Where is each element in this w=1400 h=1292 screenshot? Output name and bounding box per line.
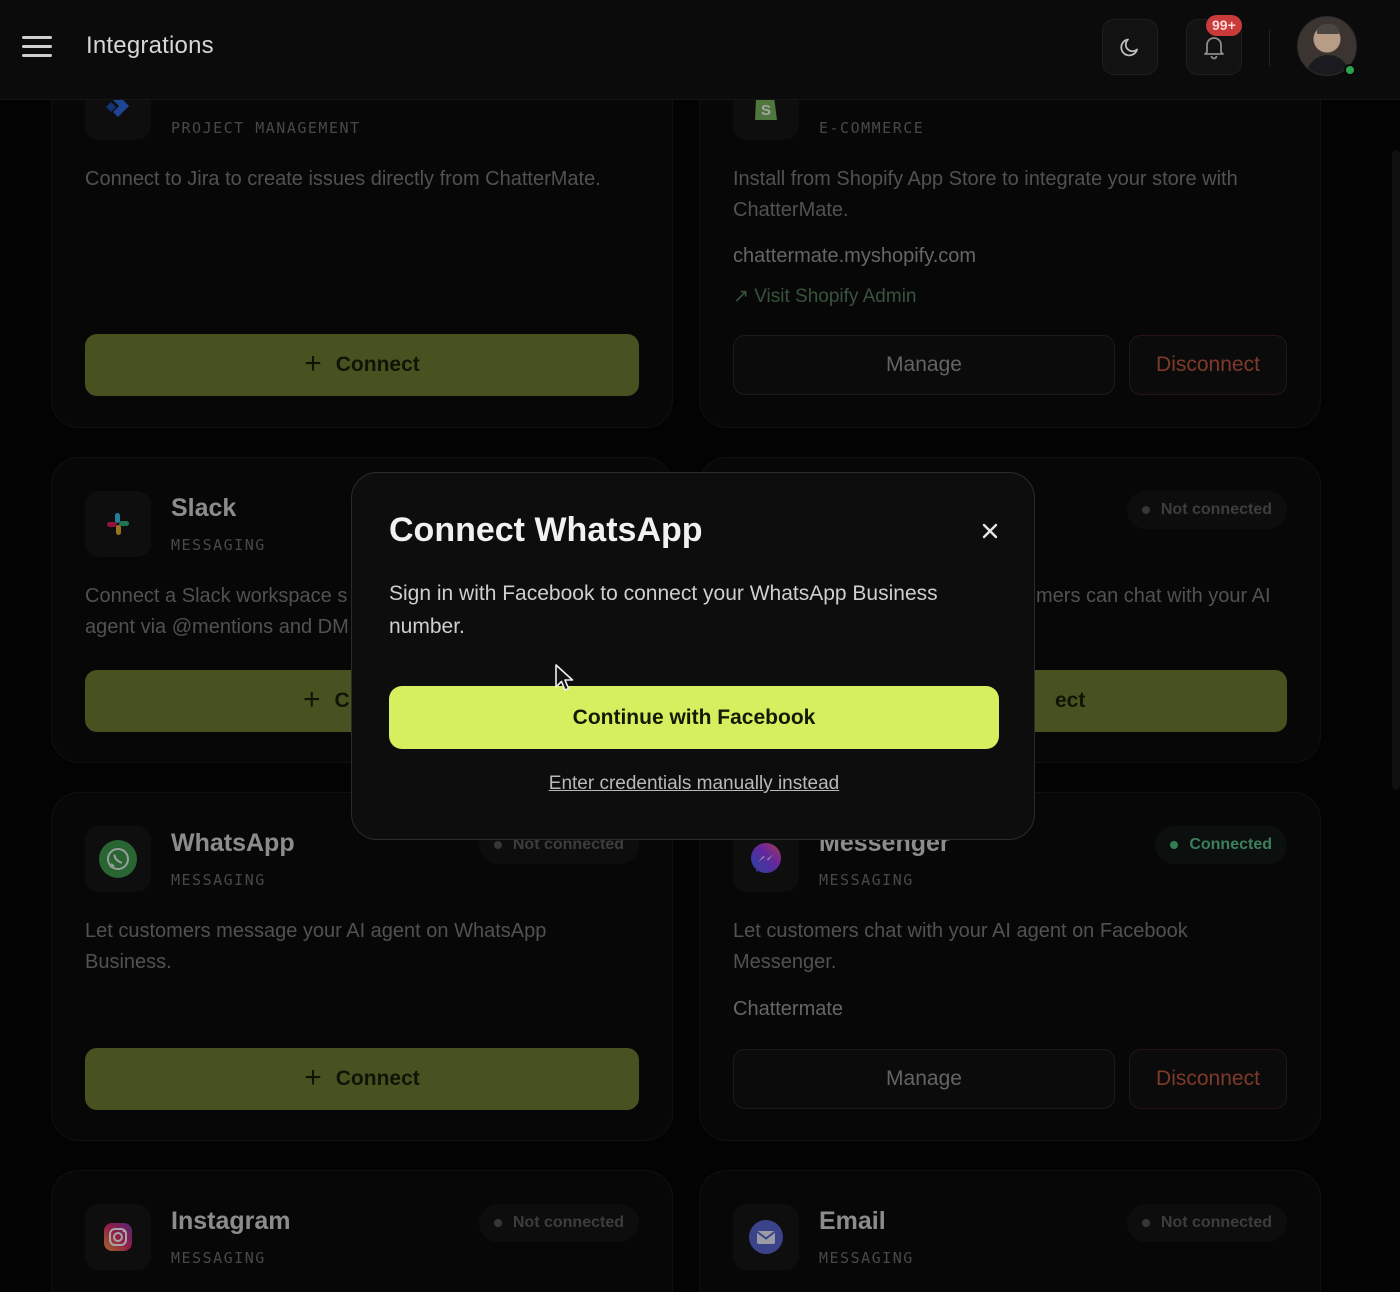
enter-credentials-manually-link[interactable]: Enter credentials manually instead bbox=[389, 773, 999, 795]
theme-toggle-button[interactable] bbox=[1102, 19, 1158, 75]
notifications-badge: 99+ bbox=[1206, 15, 1242, 36]
connect-whatsapp-modal: Connect WhatsApp Sign in with Facebook t… bbox=[351, 472, 1035, 840]
modal-description: Sign in with Facebook to connect your Wh… bbox=[389, 582, 938, 638]
menu-icon[interactable] bbox=[22, 34, 54, 60]
moon-icon bbox=[1120, 38, 1138, 57]
header-divider bbox=[1269, 30, 1270, 66]
modal-title: Connect WhatsApp bbox=[389, 511, 703, 549]
scrollbar[interactable] bbox=[1392, 150, 1400, 790]
integrations-page: PROJECT MANAGEMENT Connect to Jira to cr… bbox=[0, 0, 1400, 1292]
online-status-dot bbox=[1344, 64, 1356, 76]
bell-icon bbox=[1204, 37, 1224, 60]
page-title: Integrations bbox=[86, 32, 214, 59]
close-icon[interactable] bbox=[978, 519, 1002, 543]
cursor-icon bbox=[555, 664, 574, 691]
continue-with-facebook-button[interactable]: Continue with Facebook bbox=[389, 686, 999, 749]
top-bar: Integrations bbox=[0, 0, 1400, 100]
